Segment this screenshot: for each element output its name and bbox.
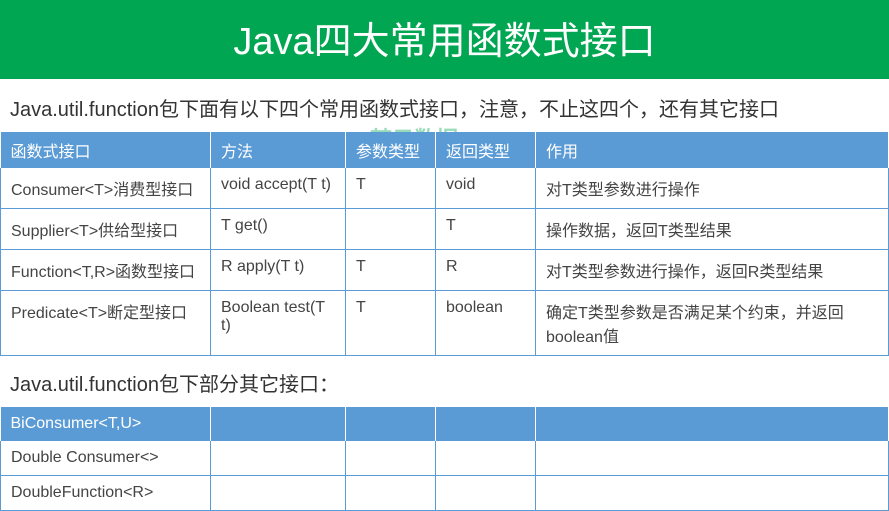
cell: T xyxy=(346,291,436,356)
table-row: Consumer<T>消费型接口 void accept(T t) T void… xyxy=(1,168,889,209)
cell: void xyxy=(436,168,536,209)
cell: boolean xyxy=(436,291,536,356)
cell: void accept(T t) xyxy=(211,168,346,209)
th-returntype: 返回类型 xyxy=(436,132,536,168)
cell: Supplier<T>供给型接口 xyxy=(1,209,211,250)
cell xyxy=(436,476,536,511)
th2 xyxy=(211,407,346,441)
cell: R apply(T t) xyxy=(211,250,346,291)
cell: 对T类型参数进行操作，返回R类型结果 xyxy=(536,250,889,291)
cell xyxy=(346,209,436,250)
cell xyxy=(346,476,436,511)
table-row: Predicate<T>断定型接口 Boolean test(T t) T bo… xyxy=(1,291,889,356)
th2 xyxy=(346,407,436,441)
subtitle2-text: Java.util.function包下部分其它接口： xyxy=(0,356,889,407)
cell: T xyxy=(436,209,536,250)
cell xyxy=(211,476,346,511)
main-table: 函数式接口 方法 参数类型 返回类型 作用 Consumer<T>消费型接口 v… xyxy=(0,132,889,356)
cell xyxy=(346,441,436,476)
cell: Double Consumer<> xyxy=(1,441,211,476)
cell: T get() xyxy=(211,209,346,250)
cell: T xyxy=(346,250,436,291)
cell xyxy=(536,476,889,511)
th-method: 方法 xyxy=(211,132,346,168)
cell: Function<T,R>函数型接口 xyxy=(1,250,211,291)
cell: 确定T类型参数是否满足某个约束，并返回boolean值 xyxy=(536,291,889,356)
cell: 操作数据，返回T类型结果 xyxy=(536,209,889,250)
cell: Boolean test(T t) xyxy=(211,291,346,356)
table-header-row: BiConsumer<T,U> xyxy=(1,407,889,441)
cell: R xyxy=(436,250,536,291)
th-paramtype: 参数类型 xyxy=(346,132,436,168)
table-row: Function<T,R>函数型接口 R apply(T t) T R 对T类型… xyxy=(1,250,889,291)
th-interface: 函数式接口 xyxy=(1,132,211,168)
cell: Predicate<T>断定型接口 xyxy=(1,291,211,356)
cell xyxy=(536,441,889,476)
th-purpose: 作用 xyxy=(536,132,889,168)
cell: DoubleFunction<R> xyxy=(1,476,211,511)
cell: 对T类型参数进行操作 xyxy=(536,168,889,209)
cell xyxy=(436,441,536,476)
cell xyxy=(211,441,346,476)
th2 xyxy=(536,407,889,441)
cell: T xyxy=(346,168,436,209)
table-header-row: 函数式接口 方法 参数类型 返回类型 作用 xyxy=(1,132,889,168)
second-table: BiConsumer<T,U> Double Consumer<> Double… xyxy=(0,407,889,511)
table-row: Supplier<T>供给型接口 T get() T 操作数据，返回T类型结果 xyxy=(1,209,889,250)
table-row: Double Consumer<> xyxy=(1,441,889,476)
cell: Consumer<T>消费型接口 xyxy=(1,168,211,209)
page-title: Java四大常用函数式接口 xyxy=(0,0,889,79)
table-row: DoubleFunction<R> xyxy=(1,476,889,511)
th2: BiConsumer<T,U> xyxy=(1,407,211,441)
th2 xyxy=(436,407,536,441)
